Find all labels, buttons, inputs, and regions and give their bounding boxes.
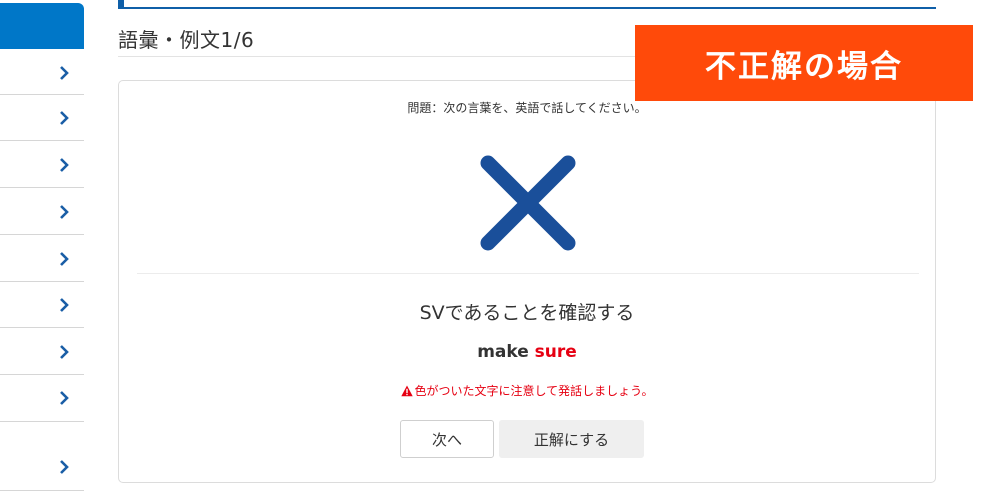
sidebar-item[interactable] [0,422,84,491]
sidebar-item[interactable] [0,282,84,328]
page-title: 語彙・例文1/6 [118,28,255,52]
sidebar [0,0,84,504]
chevron-right-icon [56,110,72,126]
sidebar-header [0,3,84,49]
chevron-right-icon [56,390,72,406]
chevron-right-icon [56,204,72,220]
chevron-right-icon [56,459,72,475]
warning-icon [400,385,413,400]
card-divider [137,273,919,274]
chevron-right-icon [56,65,72,81]
sidebar-item[interactable] [0,328,84,375]
sidebar-item[interactable] [0,375,84,422]
question-text: 問題：次の言葉を、英語で話してください。 [407,101,647,115]
chevron-right-icon [56,157,72,173]
meaning-text: SVであることを確認する [419,302,635,324]
sidebar-item[interactable] [0,49,84,95]
next-button[interactable]: 次へ [400,420,494,458]
sidebar-item[interactable] [0,141,84,188]
chevron-right-icon [56,297,72,313]
sidebar-item[interactable] [0,95,84,141]
incorrect-banner: 不正解の場合 [635,25,973,101]
quiz-card: 問題：次の言葉を、英語で話してください。 SVであることを確認する make s… [118,80,936,483]
answer-phrase: make sure [119,342,935,362]
chevron-right-icon [56,344,72,360]
top-accent-line [124,7,936,9]
cross-mark-icon [476,151,580,255]
sidebar-item[interactable] [0,235,84,282]
mark-correct-button[interactable]: 正解にする [499,420,644,458]
warning-message: 色がついた文字に注意して発話しましょう。 [119,382,935,400]
sidebar-item[interactable] [0,188,84,235]
chevron-right-icon [56,251,72,267]
warning-text: 色がついた文字に注意して発話しましょう。 [414,384,654,398]
phrase-plain: make [477,342,535,362]
phrase-highlight: sure [534,342,577,362]
